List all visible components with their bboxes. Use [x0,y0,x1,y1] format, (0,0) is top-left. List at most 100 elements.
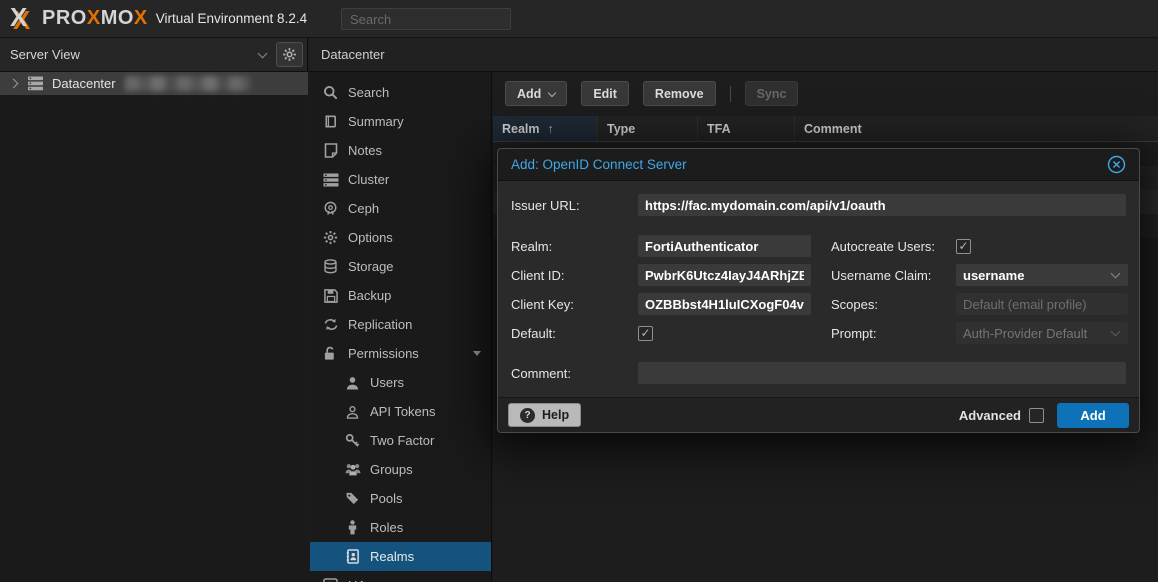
chevron-down-icon[interactable] [258,48,268,58]
issuer-url-row: Issuer URL: [511,194,1126,216]
column-header-comment[interactable]: Comment [795,116,1158,141]
toolbar-separator [730,86,731,102]
resource-tree: Datacenter [0,72,308,582]
advanced-label: Advanced [959,408,1021,423]
prompt-label: Prompt: [831,326,956,341]
tree-settings-button[interactable] [276,42,303,67]
column-header-realm[interactable]: Realm ↑ [493,116,598,141]
sync-button[interactable]: Sync [745,81,799,106]
advanced-checkbox[interactable] [1029,408,1044,423]
client-id-claim-row: Client ID: Username Claim: username [511,264,1126,286]
tree-item-datacenter[interactable]: Datacenter [0,72,308,95]
expand-caret-icon[interactable] [9,79,19,89]
dialog-title-bar[interactable]: Add: OpenID Connect Server [498,149,1139,181]
nav-item-api-tokens[interactable]: API Tokens [310,397,491,426]
nav-item-ha[interactable]: HA [310,571,491,582]
person-icon [344,520,361,535]
nav-item-options[interactable]: Options [310,223,491,252]
tag-icon [344,491,361,506]
book-icon [322,114,339,129]
redacted-node-name [125,76,250,91]
nav-item-users[interactable]: Users [310,368,491,397]
nav-item-pools[interactable]: Pools [310,484,491,513]
check-icon: ✓ [640,327,650,339]
scopes-input[interactable] [956,293,1128,315]
autocreate-users-checkbox[interactable]: ✓ [956,239,971,254]
dialog-footer: ? Help Advanced Add [498,397,1139,432]
nav-item-roles[interactable]: Roles [310,513,491,542]
advanced-group: Advanced Add [959,403,1129,428]
nav-item-cluster[interactable]: Cluster [310,165,491,194]
top-header-bar: X X PROXMOX Virtual Environment 8.2.4 [0,0,1158,38]
nav-item-ceph[interactable]: Ceph [310,194,491,223]
autocreate-users-label: Autocreate Users: [831,239,956,254]
proxmox-logo-icon: X X [10,4,40,34]
nav-item-replication[interactable]: Replication [310,310,491,339]
edit-button[interactable]: Edit [581,81,629,106]
nav-item-permissions[interactable]: Permissions [310,339,491,368]
server-view-dropdown[interactable]: Server View [10,47,259,62]
nav-item-summary[interactable]: Summary [310,107,491,136]
chevron-down-icon [548,88,556,96]
help-button[interactable]: ? Help [508,403,581,427]
remove-button[interactable]: Remove [643,81,716,106]
realm-autocreate-row: Realm: Autocreate Users: ✓ [511,235,1126,257]
cluster-icon [322,173,339,187]
user-outline-icon [344,405,361,419]
username-claim-select[interactable]: username [956,264,1128,286]
client-key-input[interactable] [638,293,811,315]
collapse-caret-icon[interactable] [473,351,481,356]
sort-ascending-icon: ↑ [548,122,554,136]
dialog-body: Issuer URL: Realm: Autocreate Users: ✓ C… [498,181,1139,397]
floppy-disk-icon [322,289,339,303]
unlock-icon [322,346,339,361]
nav-item-backup[interactable]: Backup [310,281,491,310]
global-search-input[interactable] [341,8,511,30]
options-gear-icon [322,230,339,245]
gear-icon [282,47,297,62]
nav-item-storage[interactable]: Storage [310,252,491,281]
client-key-label: Client Key: [511,297,638,312]
column-header-tfa[interactable]: TFA [698,116,795,141]
datacenter-nav-menu: Search Summary Notes Cluster Ceph Option… [310,72,492,582]
content-header-bar: Datacenter [309,38,1158,72]
issuer-url-label: Issuer URL: [511,198,638,213]
nav-item-notes[interactable]: Notes [310,136,491,165]
address-book-icon [344,549,361,564]
comment-input[interactable] [638,362,1126,384]
note-icon [322,143,339,158]
nav-item-two-factor[interactable]: Two Factor [310,426,491,455]
nav-item-realms[interactable]: Realms [310,542,491,571]
page-title: Datacenter [321,47,385,62]
comment-row: Comment: [511,362,1126,384]
default-label: Default: [511,326,638,341]
realms-toolbar: Add Edit Remove Sync [493,72,1158,106]
replication-arrows-icon [322,318,339,331]
ceph-icon [322,201,339,216]
storage-icon [322,259,339,274]
username-claim-label: Username Claim: [831,268,956,283]
product-version-label: Virtual Environment 8.2.4 [156,11,307,26]
column-header-type[interactable]: Type [598,116,698,141]
realm-input[interactable] [638,235,811,257]
add-dropdown-button[interactable]: Add [505,81,567,106]
nav-item-search[interactable]: Search [310,78,491,107]
nav-item-groups[interactable]: Groups [310,455,491,484]
client-id-input[interactable] [638,264,811,286]
realms-table-header: Realm ↑ Type TFA Comment [493,116,1158,142]
proxmox-app: X X PROXMOX Virtual Environment 8.2.4 Se… [0,0,1158,582]
users-group-icon [344,463,361,476]
dialog-add-button[interactable]: Add [1057,403,1129,428]
client-id-label: Client ID: [511,268,638,283]
search-icon [322,85,339,100]
ha-icon [322,578,339,582]
close-icon[interactable] [1107,155,1126,174]
default-checkbox[interactable]: ✓ [638,326,653,341]
user-icon [344,376,361,390]
prompt-select[interactable]: Auth-Provider Default [956,322,1128,344]
chevron-down-icon [1111,269,1121,279]
issuer-url-input[interactable] [638,194,1126,216]
chevron-down-icon [1111,327,1121,337]
scopes-label: Scopes: [831,297,956,312]
question-mark-icon: ? [520,408,535,423]
